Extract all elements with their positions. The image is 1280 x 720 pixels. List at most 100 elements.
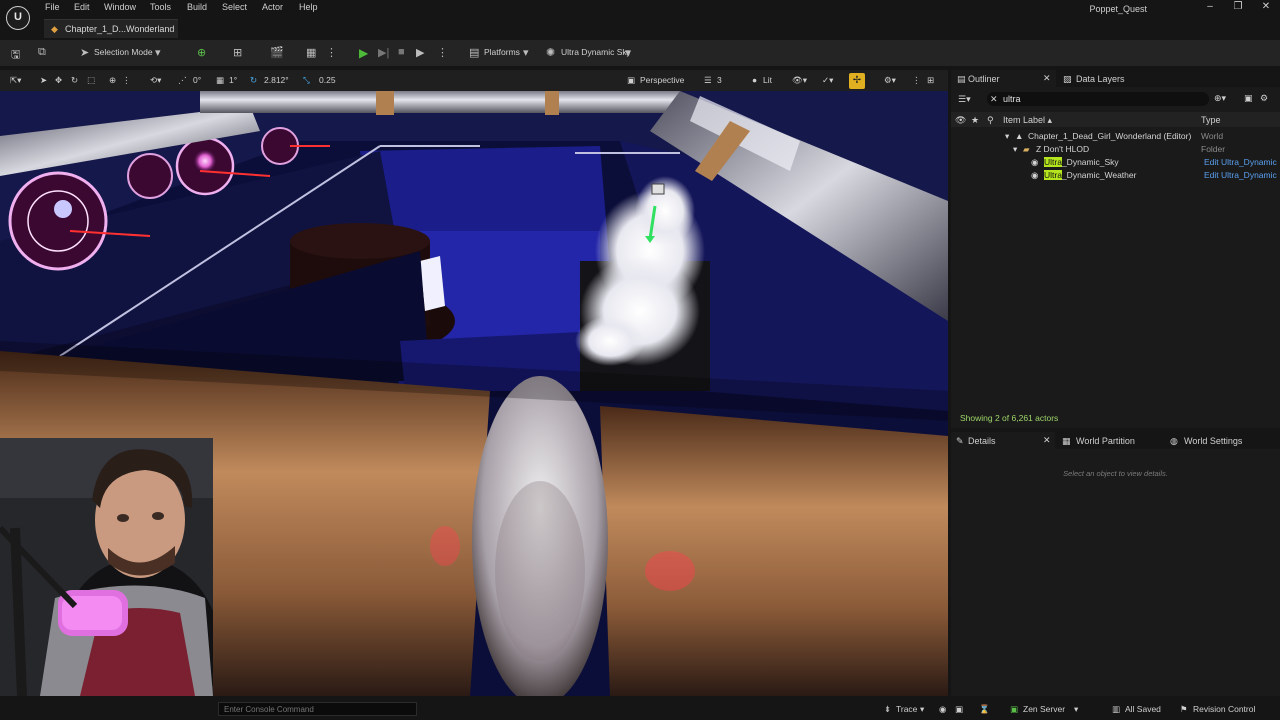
more-options-icon[interactable]: ⋮: [122, 75, 131, 86]
chevron-down-icon[interactable]: ▾: [920, 704, 924, 715]
chevron-down-icon[interactable]: ▾: [1013, 144, 1017, 155]
menu-help[interactable]: Help: [299, 2, 318, 12]
maximize-button[interactable]: ❐: [1231, 1, 1245, 12]
play-options-icon[interactable]: ⋮: [437, 46, 448, 59]
tree-row-folder[interactable]: ▾ ▰ Z Don't HLOD Folder: [951, 143, 1280, 156]
chevron-down-icon[interactable]: ▾: [523, 46, 529, 59]
menu-select[interactable]: Select: [222, 2, 247, 12]
advance-frame-icon[interactable]: ▶|: [378, 46, 389, 59]
tree-row-ultra-dynamic-weather[interactable]: ◉ Ultra_Dynamic_Weather Edit Ultra_Dynam…: [951, 169, 1280, 182]
console-command-input[interactable]: [218, 702, 417, 716]
tree-row-ultra-dynamic-sky[interactable]: ◉ Ultra_Dynamic_Sky Edit Ultra_Dynamic: [951, 156, 1280, 169]
clear-search-icon[interactable]: ✕: [990, 94, 998, 105]
platforms-button[interactable]: Platforms: [484, 47, 520, 57]
tree-row-type: World: [1201, 131, 1224, 141]
grid-snap-icon[interactable]: ⋰: [178, 75, 187, 86]
blueprint-icon[interactable]: ⊞: [233, 46, 242, 59]
chevron-down-icon[interactable]: ▾: [625, 46, 631, 59]
zen-server-icon: ▣: [1010, 704, 1019, 714]
transform-mode-icon[interactable]: ⇱▾: [10, 75, 21, 86]
layer-count[interactable]: 3: [717, 75, 722, 85]
chevron-down-icon[interactable]: ▾: [1074, 704, 1078, 715]
column-type[interactable]: Type: [1201, 115, 1221, 125]
revision-control-button[interactable]: Revision Control: [1193, 704, 1255, 714]
outliner-search-input[interactable]: [987, 92, 1209, 106]
close-icon[interactable]: ✕: [1043, 73, 1051, 84]
tab-world-settings[interactable]: World Settings: [1184, 436, 1242, 446]
world-settings-icon: ◍: [1170, 436, 1178, 446]
menu-edit[interactable]: Edit: [74, 2, 90, 12]
stop-icon[interactable]: ■: [398, 46, 405, 58]
status-bar: ⇟ Trace ▾ ◉ ▣ ⌛ ▣ Zen Server ▾ ▥ All Sav…: [0, 698, 1280, 720]
details-panel: ✎ Details ✕ ▦ World Partition ◍ World Se…: [951, 432, 1280, 696]
chevron-down-icon[interactable]: ▾: [155, 46, 161, 59]
record-icon[interactable]: ◉: [939, 704, 946, 715]
move-tool-icon[interactable]: ✥: [55, 75, 62, 86]
cinematics-icon[interactable]: 🎬: [270, 46, 284, 59]
ultra-dynamic-sky-button[interactable]: Ultra Dynamic Sky: [561, 47, 631, 57]
trace-button[interactable]: Trace: [896, 704, 917, 714]
edit-blueprint-link[interactable]: Edit Ultra_Dynamic: [1204, 170, 1277, 180]
menu-file[interactable]: File: [45, 2, 60, 12]
menu-window[interactable]: Window: [104, 2, 136, 12]
grid-icon[interactable]: ▦: [216, 75, 224, 86]
world-local-icon[interactable]: ⊕: [109, 75, 116, 86]
tab-details[interactable]: ✎ Details ✕: [951, 432, 1055, 449]
show-eye-icon[interactable]: 👁▾: [792, 75, 807, 86]
grid-snap-value[interactable]: 1°: [229, 75, 237, 85]
all-saved-button[interactable]: All Saved: [1125, 704, 1161, 714]
gear-icon[interactable]: ⚙: [1260, 93, 1268, 104]
add-filter-icon[interactable]: ⊕▾: [1214, 93, 1226, 104]
folder-icon: ▰: [1023, 144, 1030, 154]
more-options-icon[interactable]: ⋮: [326, 46, 337, 59]
edit-blueprint-link[interactable]: Edit Ultra_Dynamic: [1204, 157, 1277, 167]
tab-data-layers[interactable]: Data Layers: [1076, 74, 1125, 84]
scale-snap-value[interactable]: 0.25: [319, 75, 336, 85]
lit-button[interactable]: Lit: [763, 75, 772, 85]
scale-snap-icon[interactable]: ⤡: [303, 75, 310, 86]
menu-build[interactable]: Build: [187, 2, 207, 12]
selection-mode-button[interactable]: Selection Mode: [94, 47, 153, 57]
filter-icon[interactable]: ☰▾: [958, 94, 971, 105]
save-icon[interactable]: 🖫: [11, 46, 20, 65]
select-tool-icon[interactable]: ➤: [40, 75, 47, 86]
surface-snap-icon[interactable]: ⟲▾: [150, 75, 161, 86]
play-button[interactable]: ▶: [359, 46, 368, 60]
close-window-button[interactable]: ✕: [1259, 1, 1273, 12]
more-options-icon[interactable]: ⋮: [912, 75, 921, 86]
snap-toggle-icon[interactable]: ✢: [849, 73, 865, 89]
tab-world-partition[interactable]: World Partition: [1076, 436, 1135, 446]
close-icon[interactable]: ✕: [1043, 435, 1051, 446]
content-browser-icon[interactable]: ⧉: [38, 46, 46, 59]
sequencer-icon[interactable]: ▦: [306, 46, 316, 59]
column-item-label[interactable]: Item Label ▴: [1003, 115, 1052, 126]
eject-icon[interactable]: ▶: [416, 46, 424, 59]
unreal-logo-icon[interactable]: U: [6, 6, 30, 30]
rotate-snap-icon[interactable]: ↻: [250, 75, 257, 86]
rotation-snap-value[interactable]: 0°: [193, 75, 201, 85]
menu-actor[interactable]: Actor: [262, 2, 283, 12]
menu-tools[interactable]: Tools: [150, 2, 171, 12]
zen-server-button[interactable]: Zen Server: [1023, 704, 1065, 714]
hourglass-icon[interactable]: ⌛: [979, 704, 990, 715]
camera-capture-icon[interactable]: ▣: [955, 704, 963, 715]
minimize-button[interactable]: –: [1203, 1, 1217, 12]
level-tab[interactable]: ◆ Chapter_1_D...Wonderland: [44, 19, 178, 38]
camera-speed-value[interactable]: 2.812°: [264, 75, 289, 85]
star-icon[interactable]: ★: [971, 115, 979, 126]
layout-icon[interactable]: ⊞: [927, 75, 934, 86]
pin-icon[interactable]: ⚲: [987, 115, 994, 126]
chevron-down-icon[interactable]: ▾: [1005, 131, 1009, 142]
realtime-icon[interactable]: ✓▾: [822, 75, 833, 86]
outliner-column-header: 👁 ★ ⚲ Item Label ▴ Type: [951, 112, 1280, 127]
tab-outliner[interactable]: ▤ Outliner ✕: [951, 70, 1056, 87]
visibility-eye-icon[interactable]: 👁: [955, 115, 966, 126]
gear-icon[interactable]: ⚙▾: [884, 75, 896, 86]
scale-tool-icon[interactable]: ⬚: [87, 75, 95, 86]
rotate-tool-icon[interactable]: ↻: [71, 75, 78, 86]
perspective-button[interactable]: Perspective: [640, 75, 684, 85]
pencil-icon: ✎: [956, 436, 964, 446]
add-actor-icon[interactable]: ⊕: [197, 46, 206, 59]
tree-row-world[interactable]: ▾ ▲ Chapter_1_Dead_Girl_Wonderland (Edit…: [951, 130, 1280, 143]
folder-add-icon[interactable]: ▣: [1244, 93, 1253, 104]
